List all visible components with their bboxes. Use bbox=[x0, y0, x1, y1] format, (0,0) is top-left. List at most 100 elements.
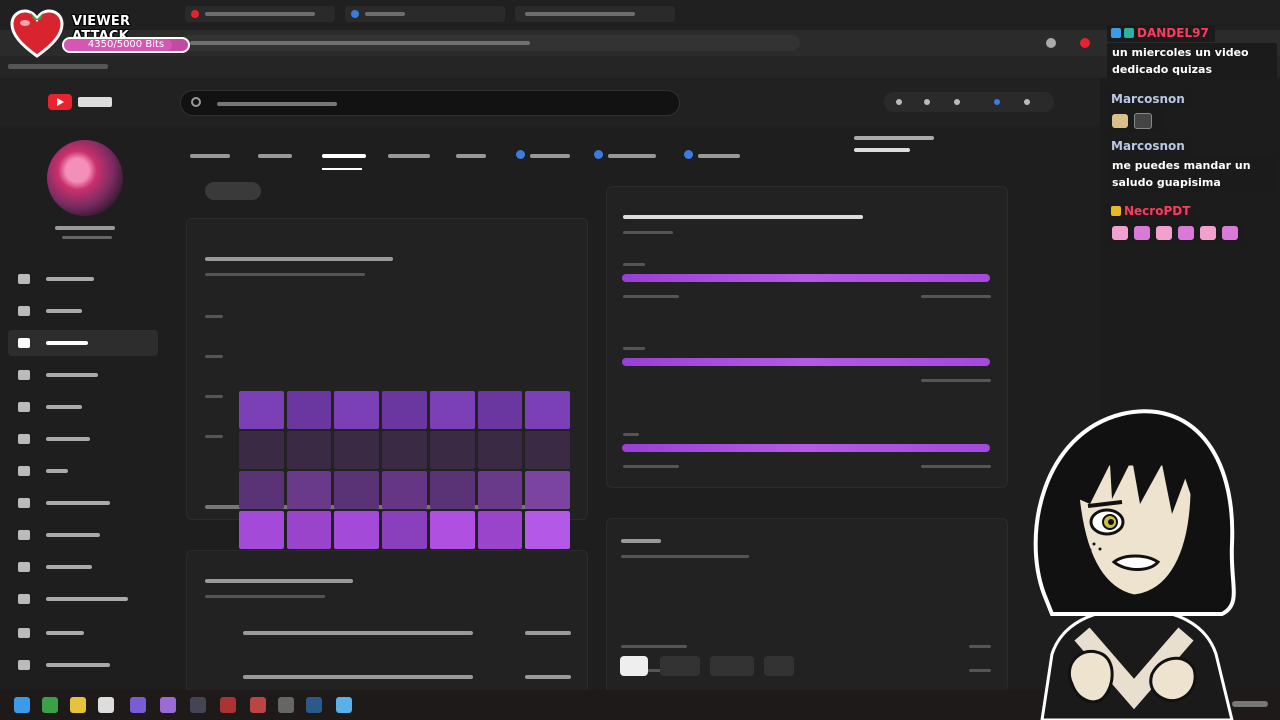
help-icon[interactable] bbox=[896, 99, 902, 105]
menu-icon[interactable] bbox=[1024, 99, 1030, 105]
tab[interactable] bbox=[530, 154, 570, 158]
pig-emote-icon bbox=[1222, 226, 1238, 240]
eyes-emote-icon bbox=[1134, 113, 1152, 129]
notifications-icon[interactable] bbox=[954, 99, 960, 105]
filter-chip[interactable] bbox=[660, 656, 700, 676]
content-icon bbox=[18, 306, 30, 316]
video-platform-logo-icon[interactable] bbox=[48, 94, 72, 110]
sidebar-item[interactable] bbox=[8, 586, 158, 612]
heatmap-cell bbox=[525, 431, 570, 469]
bits-progress-bar: 4350/5000 Bits bbox=[62, 37, 190, 53]
analytics-tabs bbox=[190, 148, 790, 170]
app-icon[interactable] bbox=[98, 697, 114, 713]
sidebar-item[interactable] bbox=[8, 298, 158, 324]
date-range-label bbox=[854, 136, 934, 140]
sidebar-item-label bbox=[46, 277, 94, 281]
browser-toolbar bbox=[0, 30, 1280, 56]
sidebar-item[interactable] bbox=[8, 554, 158, 580]
sidebar-item[interactable] bbox=[8, 426, 158, 452]
app-icon[interactable] bbox=[160, 697, 176, 713]
prime-icon bbox=[1111, 28, 1121, 38]
sidebar-item[interactable] bbox=[8, 458, 158, 484]
heatmap-cell bbox=[239, 391, 284, 429]
sidebar-item[interactable] bbox=[8, 394, 158, 420]
account-icon[interactable] bbox=[994, 99, 1000, 105]
app-icon[interactable] bbox=[190, 697, 206, 713]
row-label bbox=[205, 355, 223, 358]
sidebar-item-active[interactable] bbox=[8, 330, 158, 356]
browser-tab[interactable] bbox=[185, 6, 335, 22]
heatmap-cell bbox=[382, 511, 427, 549]
heart-icon bbox=[10, 9, 64, 58]
tab-title bbox=[365, 12, 405, 16]
heatmap-cell bbox=[334, 391, 380, 429]
sidebar-item-label bbox=[46, 631, 84, 635]
sidebar-item[interactable] bbox=[8, 522, 158, 548]
filter-chip[interactable] bbox=[710, 656, 754, 676]
app-icon[interactable] bbox=[130, 697, 146, 713]
chat-username: Marcosnon bbox=[1107, 91, 1191, 108]
address-bar[interactable] bbox=[180, 35, 800, 51]
app-icon[interactable] bbox=[336, 697, 352, 713]
chat-username-text: NecroPDT bbox=[1124, 204, 1191, 218]
earn-icon bbox=[18, 466, 30, 476]
filter-chip[interactable] bbox=[764, 656, 794, 676]
tab[interactable] bbox=[456, 154, 486, 158]
tab[interactable] bbox=[388, 154, 430, 158]
tab[interactable] bbox=[258, 154, 292, 158]
tab[interactable] bbox=[190, 154, 230, 158]
card-subtitle bbox=[623, 231, 673, 234]
cat-emote-icon bbox=[1112, 114, 1128, 128]
filter-chip-active[interactable] bbox=[620, 656, 648, 676]
chat-message: DANDEL97 un miercoles un video dedicado … bbox=[1107, 22, 1277, 79]
app-icon[interactable] bbox=[220, 697, 236, 713]
sidebar-item[interactable] bbox=[8, 652, 158, 678]
sidebar-item-label bbox=[46, 437, 90, 441]
heatmap-cell bbox=[477, 471, 523, 509]
heatmap-cell bbox=[429, 391, 475, 429]
heatmap-cell bbox=[239, 511, 284, 549]
heatmap-cell bbox=[525, 391, 570, 429]
date-range-value[interactable] bbox=[854, 148, 910, 152]
dashboard-icon bbox=[18, 274, 30, 284]
channel-avatar[interactable] bbox=[47, 140, 123, 216]
sidebar-item[interactable] bbox=[8, 362, 158, 388]
bar-value bbox=[921, 465, 991, 468]
tab-active[interactable] bbox=[322, 154, 366, 158]
browser-tab-strip bbox=[0, 0, 1280, 30]
folder-icon[interactable] bbox=[70, 697, 86, 713]
card-subtitle bbox=[205, 595, 325, 598]
filter-chip[interactable] bbox=[205, 182, 261, 200]
audience-bar bbox=[622, 274, 990, 282]
chat-message: Marcosnon me puedes mandar un saludo gua… bbox=[1107, 135, 1277, 192]
audience-bar bbox=[622, 358, 990, 366]
language-icon bbox=[18, 628, 30, 638]
create-icon[interactable] bbox=[924, 99, 930, 105]
heatmap-cell bbox=[525, 471, 570, 509]
bookmark-item[interactable] bbox=[8, 64, 108, 69]
browser-tab[interactable] bbox=[515, 6, 675, 22]
heatmap-cell bbox=[334, 471, 380, 509]
extension-icon[interactable] bbox=[1080, 38, 1090, 48]
app-icon[interactable] bbox=[306, 697, 322, 713]
extension-icon[interactable] bbox=[1046, 38, 1056, 48]
chat-emotes bbox=[1107, 221, 1243, 244]
search-input[interactable] bbox=[180, 90, 680, 116]
sidebar-item[interactable] bbox=[8, 266, 158, 292]
audio-library-icon bbox=[18, 530, 30, 540]
sidebar-item[interactable] bbox=[8, 490, 158, 516]
tab[interactable] bbox=[698, 154, 740, 158]
heatmap-cell bbox=[429, 471, 475, 509]
channel-name bbox=[55, 226, 115, 230]
tab[interactable] bbox=[608, 154, 656, 158]
sidebar-item[interactable] bbox=[8, 620, 158, 646]
pig-emote-icon bbox=[1200, 226, 1216, 240]
list-item[interactable] bbox=[243, 675, 473, 679]
browser-tab[interactable] bbox=[345, 6, 505, 22]
app-icon[interactable] bbox=[250, 697, 266, 713]
start-icon[interactable] bbox=[14, 697, 30, 713]
app-icon[interactable] bbox=[278, 697, 294, 713]
chrome-icon[interactable] bbox=[42, 697, 58, 713]
heatmap-cell bbox=[477, 391, 523, 429]
list-item[interactable] bbox=[243, 631, 473, 635]
